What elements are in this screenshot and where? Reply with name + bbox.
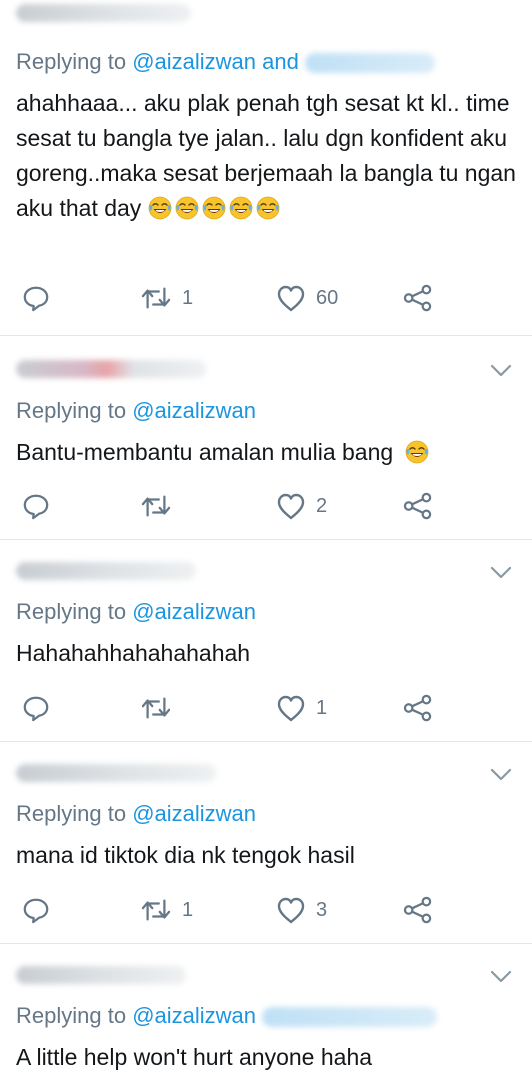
tweet-text: ahahhaaa... aku plak penah tgh sesat kt …	[16, 86, 516, 226]
blurred-author-name	[16, 764, 216, 782]
reply-tweet[interactable]: Replying to @aizalizwan mana id tiktok d…	[0, 742, 532, 944]
face-with-tears-of-joy-emoji	[256, 196, 280, 220]
tweet-text: Bantu-membantu amalan mulia bang	[16, 435, 516, 470]
tweet-text-content: mana id tiktok dia nk tengok hasil	[16, 842, 355, 868]
mention-link[interactable]: @aizalizwan and	[132, 49, 299, 74]
face-with-tears-of-joy-emoji	[202, 196, 226, 220]
blurred-author-name	[16, 4, 191, 22]
tweet-text-content: Hahahahhahahahahah	[16, 640, 251, 666]
share-icon	[402, 694, 434, 722]
blurred-author-name	[16, 360, 206, 378]
reply-icon	[22, 896, 50, 924]
replying-prefix: Replying to	[16, 599, 133, 624]
share-button[interactable]	[402, 282, 434, 314]
mention-link[interactable]: @aizalizwan	[132, 599, 256, 624]
share-button[interactable]	[402, 490, 434, 522]
reply-icon	[22, 694, 50, 722]
tweet-text-content: A little help won't hurt anyone haha	[16, 1044, 373, 1070]
heart-icon	[276, 284, 306, 312]
share-button[interactable]	[402, 894, 434, 926]
replying-to-line: Replying to @aizalizwan and	[16, 49, 435, 75]
replying-prefix: Replying to	[16, 1003, 133, 1028]
like-button[interactable]: 2	[276, 490, 327, 522]
reply-feed: Replying to @aizalizwan and ahahhaaa... …	[0, 0, 532, 1080]
reply-button[interactable]	[22, 282, 50, 314]
heart-icon	[276, 694, 306, 722]
like-count: 3	[316, 898, 328, 921]
blurred-mention	[262, 1007, 438, 1028]
replying-to-line: Replying to @aizalizwan	[16, 801, 256, 827]
retweet-button[interactable]	[140, 490, 182, 522]
retweet-button[interactable]: 1	[140, 894, 193, 926]
like-button[interactable]: 1	[276, 692, 327, 724]
share-icon	[402, 284, 434, 312]
retweet-icon	[140, 694, 172, 722]
share-icon	[402, 896, 434, 924]
action-bar: 1 60	[0, 282, 532, 314]
like-count: 1	[316, 696, 328, 719]
face-with-tears-of-joy-emoji	[148, 196, 172, 220]
face-with-tears-of-joy-emoji	[229, 196, 253, 220]
tweet-text: mana id tiktok dia nk tengok hasil	[16, 838, 516, 873]
chevron-down-icon[interactable]	[490, 768, 512, 782]
retweet-icon	[140, 492, 172, 520]
reply-button[interactable]	[22, 894, 50, 926]
face-with-tears-of-joy-emoji	[175, 196, 199, 220]
retweet-icon	[140, 284, 172, 312]
face-with-tears-of-joy-emoji	[405, 440, 429, 464]
like-count: 2	[316, 494, 328, 517]
retweet-button[interactable]: 1	[140, 282, 193, 314]
emoji-group	[148, 195, 283, 221]
retweet-button[interactable]	[140, 692, 182, 724]
reply-tweet[interactable]: Replying to @aizalizwan and ahahhaaa... …	[0, 0, 532, 336]
action-bar: 1 3	[0, 894, 532, 926]
replying-prefix: Replying to	[16, 49, 133, 74]
share-button[interactable]	[402, 692, 434, 724]
blurred-author-name	[16, 562, 196, 580]
like-count: 60	[316, 286, 339, 309]
blurred-mention	[304, 53, 435, 74]
replying-to-line: Replying to @aizalizwan	[16, 398, 256, 424]
mention-link[interactable]: @aizalizwan	[132, 398, 256, 423]
share-icon	[402, 492, 434, 520]
tweet-text-content: Bantu-membantu amalan mulia bang	[16, 439, 394, 465]
heart-icon	[276, 896, 306, 924]
reply-tweet[interactable]: Replying to @aizalizwan Hahahahhahahahah…	[0, 540, 532, 742]
replying-prefix: Replying to	[16, 398, 133, 423]
mention-link[interactable]: @aizalizwan	[132, 1003, 256, 1028]
blurred-author-name	[16, 966, 186, 984]
like-button[interactable]: 60	[276, 282, 338, 314]
action-bar: 2	[0, 490, 532, 522]
replying-to-line: Replying to @aizalizwan	[16, 599, 256, 625]
heart-icon	[276, 492, 306, 520]
reply-button[interactable]	[22, 692, 50, 724]
retweet-icon	[140, 896, 172, 924]
reply-tweet[interactable]: Replying to @aizalizwan Bantu-membantu a…	[0, 336, 532, 540]
reply-icon	[22, 492, 50, 520]
replying-prefix: Replying to	[16, 801, 133, 826]
reply-button[interactable]	[22, 490, 50, 522]
replying-to-line: Replying to @aizalizwan	[16, 1003, 438, 1029]
action-bar: 1	[0, 692, 532, 724]
chevron-down-icon[interactable]	[490, 364, 512, 378]
retweet-count: 1	[182, 898, 194, 921]
like-button[interactable]: 3	[276, 894, 327, 926]
tweet-text: A little help won't hurt anyone haha	[16, 1040, 516, 1075]
reply-tweet[interactable]: Replying to @aizalizwan A little help wo…	[0, 944, 532, 1080]
tweet-text: Hahahahhahahahahah	[16, 636, 516, 671]
mention-link[interactable]: @aizalizwan	[132, 801, 256, 826]
chevron-down-icon[interactable]	[490, 566, 512, 580]
reply-icon	[22, 284, 50, 312]
retweet-count: 1	[182, 286, 194, 309]
chevron-down-icon[interactable]	[490, 970, 512, 984]
